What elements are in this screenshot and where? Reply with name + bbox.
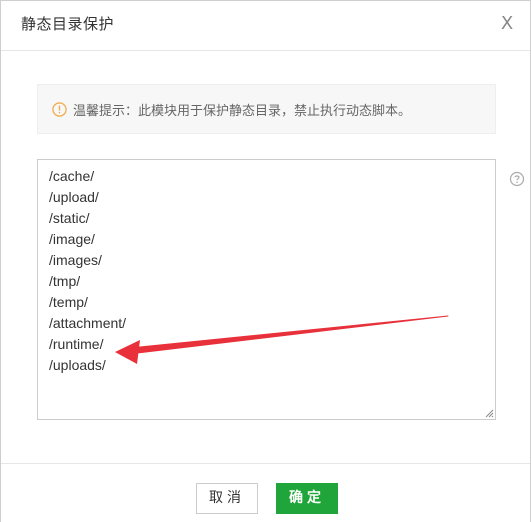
dir-line: /images/ [49, 252, 102, 268]
dir-line: /temp/ [49, 294, 88, 310]
static-dir-protect-dialog: 静态目录保护 X 温馨提示：此模块用于保护静态目录，禁止执行动态脚本。 /cac… [0, 0, 531, 522]
confirm-button[interactable]: 确定 [276, 483, 338, 514]
dir-line: /runtime/ [49, 336, 104, 352]
dir-line: /static/ [49, 210, 90, 226]
dir-line: /tmp/ [49, 273, 81, 289]
close-icon[interactable]: X [498, 13, 516, 35]
cancel-button[interactable]: 取消 [196, 483, 258, 514]
dialog-title: 静态目录保护 [21, 15, 115, 33]
question-circle-icon[interactable] [509, 171, 525, 187]
protected-dirs-list: /cache/ /upload/ /static/ /image/ /image… [49, 166, 126, 376]
dir-line: /cache/ [49, 168, 95, 184]
dir-line: /upload/ [49, 189, 99, 205]
dir-line: /attachment/ [49, 315, 127, 331]
dialog-footer: 取消 确定 [1, 463, 530, 522]
dialog-header: 静态目录保护 X [1, 1, 530, 51]
notice-text: 温馨提示：此模块用于保护静态目录，禁止执行动态脚本。 [73, 103, 412, 119]
dir-line: /uploads/ [49, 357, 106, 373]
warning-circle-icon [52, 101, 67, 117]
dir-line: /image/ [49, 231, 95, 247]
notice-banner: 温馨提示：此模块用于保护静态目录，禁止执行动态脚本。 [37, 84, 496, 134]
resize-grip-icon[interactable] [485, 409, 494, 418]
protected-dirs-textarea[interactable]: /cache/ /upload/ /static/ /image/ /image… [37, 159, 496, 420]
